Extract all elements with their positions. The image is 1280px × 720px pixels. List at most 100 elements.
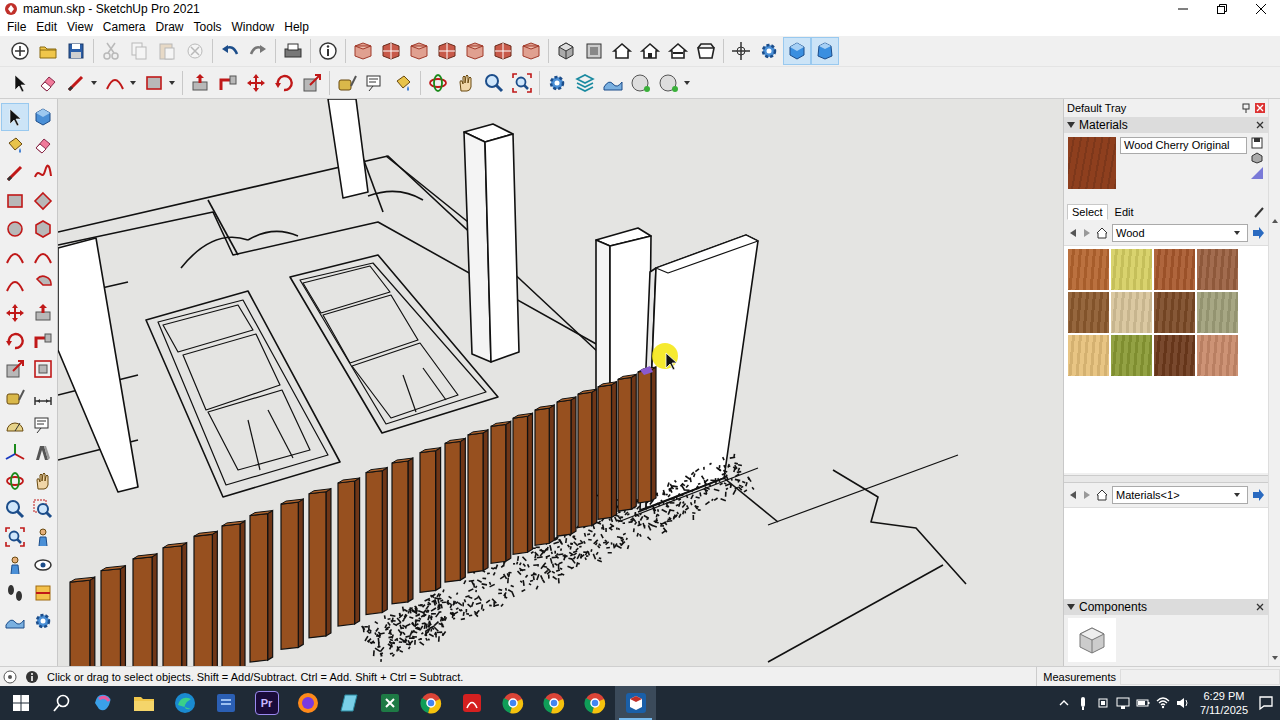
- menu-item[interactable]: File: [2, 20, 31, 34]
- details-arrow-icon[interactable]: [1252, 489, 1264, 501]
- tool-button[interactable]: [1, 131, 29, 159]
- tool-button[interactable]: [29, 467, 57, 495]
- home-icon[interactable]: [1096, 489, 1108, 501]
- tool-button[interactable]: [6, 37, 34, 65]
- menu-item[interactable]: Camera: [98, 20, 151, 34]
- tool-button[interactable]: [29, 355, 57, 383]
- back-arrow-icon[interactable]: [1068, 490, 1078, 500]
- taskbar-app[interactable]: Pr: [246, 686, 287, 720]
- dropdown-arrow[interactable]: [1234, 231, 1240, 235]
- close-icon[interactable]: [1255, 602, 1265, 612]
- tool-button[interactable]: [1, 215, 29, 243]
- tool-button[interactable]: [62, 69, 90, 97]
- tool-button[interactable]: [608, 37, 636, 65]
- tool-button[interactable]: [62, 37, 90, 65]
- monitor-icon[interactable]: [1116, 696, 1130, 710]
- notifications-icon[interactable]: [1258, 695, 1274, 711]
- tool-button[interactable]: [452, 69, 480, 97]
- tool-button[interactable]: [1, 439, 29, 467]
- tool-button[interactable]: [1, 411, 29, 439]
- tool-button[interactable]: [214, 69, 242, 97]
- tool-button[interactable]: [1, 271, 29, 299]
- sample-paint-icon[interactable]: [1253, 206, 1265, 218]
- tool-button[interactable]: [377, 37, 405, 65]
- tool-button[interactable]: [333, 69, 361, 97]
- tool-button[interactable]: [29, 439, 57, 467]
- material-swatch[interactable]: [1111, 249, 1152, 290]
- material-swatch[interactable]: [1111, 335, 1152, 376]
- details-arrow-icon[interactable]: [1252, 227, 1264, 239]
- drawing-viewport[interactable]: [58, 99, 1063, 666]
- scroll-up-icon[interactable]: [1271, 217, 1279, 225]
- taskbar-app[interactable]: [615, 686, 656, 720]
- tool-button[interactable]: [571, 69, 599, 97]
- close-icon[interactable]: [1255, 103, 1265, 113]
- tool-button[interactable]: [1, 495, 29, 523]
- tool-button[interactable]: [1, 243, 29, 271]
- model-library-dropdown[interactable]: Materials<1>: [1112, 486, 1248, 504]
- material-swatch[interactable]: [1197, 292, 1238, 333]
- tool-button[interactable]: [279, 37, 307, 65]
- tool-button[interactable]: [811, 37, 839, 65]
- tool-button[interactable]: [29, 523, 57, 551]
- start-button[interactable]: [0, 686, 41, 720]
- material-swatch[interactable]: [1197, 335, 1238, 376]
- tool-button[interactable]: [29, 383, 57, 411]
- library-dropdown[interactable]: Wood: [1112, 224, 1248, 242]
- tool-button[interactable]: [580, 37, 608, 65]
- tool-button[interactable]: [29, 495, 57, 523]
- create-material-icon[interactable]: [1251, 152, 1263, 164]
- tool-button[interactable]: [508, 69, 536, 97]
- dropdown-arrow[interactable]: [169, 81, 175, 85]
- tool-button[interactable]: [727, 37, 755, 65]
- geo-location-icon[interactable]: [3, 670, 17, 684]
- tool-button[interactable]: [461, 37, 489, 65]
- scroll-down-icon[interactable]: [1271, 654, 1279, 662]
- tool-button[interactable]: [29, 579, 57, 607]
- forward-arrow-icon[interactable]: [1082, 228, 1092, 238]
- tool-button[interactable]: [1, 467, 29, 495]
- taskbar-app[interactable]: [164, 686, 205, 720]
- components-header[interactable]: Components: [1064, 599, 1268, 615]
- menu-item[interactable]: View: [62, 20, 98, 34]
- back-arrow-icon[interactable]: [1068, 228, 1078, 238]
- close-button[interactable]: [1241, 0, 1280, 18]
- taskbar-app[interactable]: [410, 686, 451, 720]
- tool-button[interactable]: [140, 69, 168, 97]
- search-button[interactable]: [41, 686, 82, 720]
- materials-tab[interactable]: Select: [1067, 204, 1108, 220]
- tool-button[interactable]: [1, 383, 29, 411]
- material-swatch[interactable]: [1068, 335, 1109, 376]
- tool-button[interactable]: [405, 37, 433, 65]
- taskbar-app[interactable]: [369, 686, 410, 720]
- tool-button[interactable]: [627, 69, 655, 97]
- tool-button[interactable]: [552, 37, 580, 65]
- restore-button[interactable]: [1202, 0, 1241, 18]
- tool-button[interactable]: [433, 37, 461, 65]
- menu-item[interactable]: Tools: [189, 20, 227, 34]
- collapse-triangle-icon[interactable]: [1067, 604, 1075, 610]
- home-icon[interactable]: [1096, 227, 1108, 239]
- tool-button[interactable]: [29, 187, 57, 215]
- materials-header[interactable]: Materials: [1064, 117, 1268, 133]
- tool-button[interactable]: [6, 69, 34, 97]
- menu-item[interactable]: Draw: [151, 20, 189, 34]
- material-name-field[interactable]: Wood Cherry Original: [1120, 137, 1247, 154]
- tool-button[interactable]: [480, 69, 508, 97]
- tool-button[interactable]: [1, 579, 29, 607]
- tool-button[interactable]: [664, 37, 692, 65]
- tool-button[interactable]: [517, 37, 545, 65]
- material-swatch[interactable]: [1068, 249, 1109, 290]
- tool-button[interactable]: [349, 37, 377, 65]
- tool-button[interactable]: [97, 37, 125, 65]
- tool-button[interactable]: [298, 69, 326, 97]
- tool-button[interactable]: [489, 37, 517, 65]
- material-swatch[interactable]: [1154, 249, 1195, 290]
- material-swatch[interactable]: [1197, 249, 1238, 290]
- tool-button[interactable]: [29, 299, 57, 327]
- tray-scrollbar[interactable]: [1268, 99, 1280, 666]
- tool-button[interactable]: [1, 523, 29, 551]
- tool-button[interactable]: [599, 69, 627, 97]
- info-icon[interactable]: [25, 670, 39, 684]
- tool-button[interactable]: [29, 327, 57, 355]
